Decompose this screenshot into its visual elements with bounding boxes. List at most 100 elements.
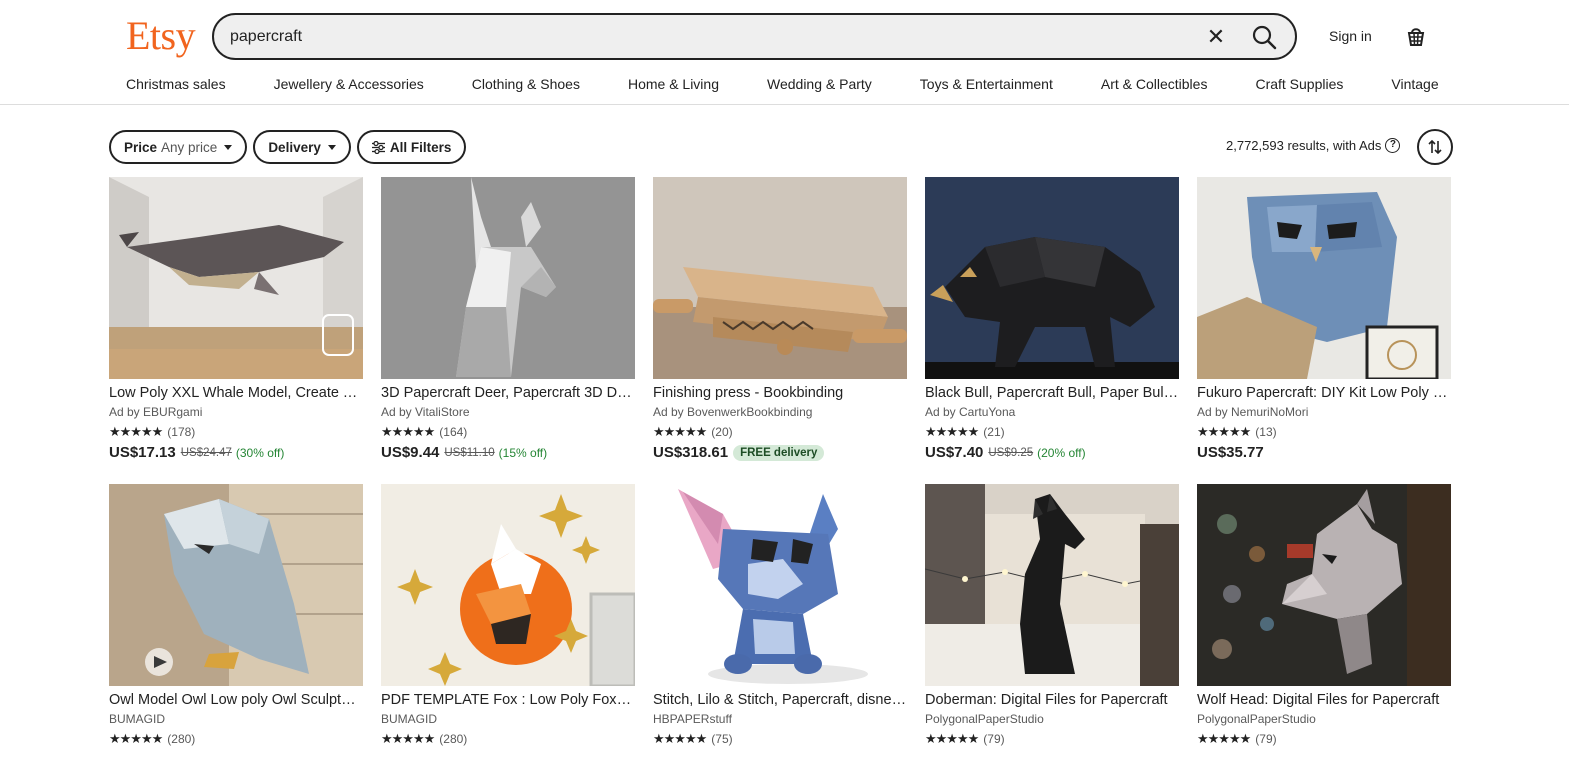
category-vintage[interactable]: Vintage (1391, 76, 1438, 92)
sign-in-link[interactable]: Sign in (1329, 28, 1372, 44)
product-card[interactable]: Wolf Head: Digital Files for Papercraft … (1197, 484, 1451, 758)
product-title[interactable]: Fukuro Papercraft: DIY Kit Low Poly Owl (1197, 385, 1451, 401)
original-price: US$9.25 (988, 446, 1034, 459)
category-art[interactable]: Art & Collectibles (1101, 76, 1208, 92)
product-seller: Ad by NemuriNoMori (1197, 405, 1309, 419)
product-card[interactable]: Low Poly XXL Whale Model, Create Your Ow… (109, 177, 363, 484)
category-christmas-sales[interactable]: Christmas sales (126, 76, 226, 92)
product-title[interactable]: Low Poly XXL Whale Model, Create Your Ow… (109, 385, 363, 401)
filter-bar: Price Any price Delivery All Filters (109, 130, 472, 164)
product-rating: ★★★★★ (79) (1197, 731, 1451, 747)
review-count: (280) (167, 732, 196, 746)
basket-icon[interactable] (1404, 24, 1428, 48)
product-title[interactable]: Doberman: Digital Files for Papercraft (925, 692, 1179, 708)
product-image-wolf[interactable] (1197, 484, 1451, 686)
category-jewellery[interactable]: Jewellery & Accessories (274, 76, 424, 92)
product-seller: PolygonalPaperStudio (925, 712, 1044, 726)
product-rating: ★★★★★ (75) (653, 731, 907, 747)
product-image-fox[interactable] (381, 484, 635, 686)
product-rating: ★★★★★ (164) (381, 424, 635, 440)
review-count: (13) (1255, 425, 1277, 439)
price-filter-value: Any price (161, 139, 218, 155)
review-count: (164) (439, 425, 468, 439)
sale-price: US$7.40 (925, 444, 984, 461)
category-wedding[interactable]: Wedding & Party (767, 76, 872, 92)
product-card[interactable]: Stitch, Lilo & Stitch, Papercraft, disne… (653, 484, 907, 758)
product-image-bull[interactable] (925, 177, 1179, 379)
product-seller: Ad by CartuYona (925, 405, 1016, 419)
search-bar[interactable]: ✕ (212, 13, 1297, 60)
product-rating: ★★★★★ (79) (925, 731, 1179, 747)
product-card[interactable]: Fukuro Papercraft: DIY Kit Low Poly Owl … (1197, 177, 1451, 484)
product-image-doberman[interactable] (925, 484, 1179, 686)
product-card[interactable]: Black Bull, Papercraft Bull, Paper Bull … (925, 177, 1179, 484)
product-rating: ★★★★★ (21) (925, 424, 1179, 440)
search-input[interactable] (230, 25, 1190, 49)
product-card[interactable]: Finishing press - Bookbinding Ad by Bove… (653, 177, 907, 484)
product-title[interactable]: Finishing press - Bookbinding (653, 385, 907, 401)
price-filter-button[interactable]: Price Any price (109, 130, 248, 164)
product-price: US$17.13 US$24.47 (30% off) (109, 444, 363, 461)
product-image-owl-sculpture[interactable] (109, 484, 363, 686)
all-filters-button[interactable]: All Filters (356, 130, 467, 164)
sale-price: US$35.77 (1197, 444, 1264, 461)
category-craft[interactable]: Craft Supplies (1255, 76, 1343, 92)
category-toys[interactable]: Toys & Entertainment (920, 76, 1053, 92)
product-card[interactable]: 3D Papercraft Deer, Papercraft 3D Deer H… (381, 177, 635, 484)
product-image-stitch[interactable] (653, 484, 907, 686)
sort-arrows-icon (1428, 139, 1442, 155)
product-seller: BUMAGID (381, 712, 438, 726)
product-title[interactable]: Stitch, Lilo & Stitch, Papercraft, disne… (653, 692, 907, 708)
product-price: US$7.40 US$9.25 (20% off) (925, 444, 1179, 461)
product-seller: PolygonalPaperStudio (1197, 712, 1316, 726)
help-icon[interactable]: ? (1385, 138, 1401, 153)
product-title[interactable]: PDF TEMPLATE Fox : Low Poly Fox Step by … (381, 692, 635, 708)
etsy-logo[interactable]: Etsy (126, 12, 196, 59)
product-image-finishing-press[interactable] (653, 177, 907, 379)
discount: (20% off) (1037, 445, 1086, 460)
product-image-owl-fukuro[interactable] (1197, 177, 1451, 379)
original-price: US$24.47 (180, 446, 232, 459)
star-rating-icon: ★★★★★ (109, 424, 163, 439)
price-filter-label: Price (124, 139, 158, 155)
star-rating-icon: ★★★★★ (109, 731, 163, 746)
star-rating-icon: ★★★★★ (1197, 424, 1251, 439)
free-delivery-badge: FREE delivery (733, 444, 825, 461)
product-image-whale[interactable] (109, 177, 363, 379)
product-image-deer[interactable] (381, 177, 635, 379)
results-text: 2,772,593 results, with Ads (1226, 138, 1382, 153)
product-seller: Ad by EBURgami (109, 405, 203, 419)
product-title[interactable]: 3D Papercraft Deer, Papercraft 3D Deer H… (381, 385, 635, 401)
product-grid: Low Poly XXL Whale Model, Create Your Ow… (109, 177, 1451, 758)
clear-search-icon[interactable]: ✕ (1204, 25, 1228, 49)
product-rating: ★★★★★ (280) (381, 731, 635, 747)
review-count: (178) (167, 425, 196, 439)
discount: (30% off) (235, 445, 285, 460)
product-title[interactable]: Black Bull, Papercraft Bull, Paper Bull … (925, 385, 1179, 401)
product-rating: ★★★★★ (13) (1197, 424, 1451, 440)
delivery-filter-button[interactable]: Delivery (253, 130, 351, 164)
product-seller: Ad by BovenwerkBookbinding (653, 405, 813, 419)
search-icon[interactable] (1250, 23, 1278, 51)
review-count: (280) (439, 732, 468, 746)
product-title[interactable]: Wolf Head: Digital Files for Papercraft (1197, 692, 1451, 708)
results-count: 2,772,593 results, with Ads ? (1226, 138, 1401, 153)
star-rating-icon: ★★★★★ (925, 731, 979, 746)
category-nav: Christmas sales Jewellery & Accessories … (126, 76, 1487, 92)
product-seller: Ad by VitaliStore (381, 405, 470, 419)
product-price: US$9.44 US$11.10 (15% off) (381, 444, 635, 461)
product-card[interactable]: Owl Model Owl Low poly Owl Sculpture Pap… (109, 484, 363, 758)
review-count: (21) (983, 425, 1005, 439)
chevron-down-icon (327, 144, 336, 150)
delivery-filter-label: Delivery (268, 139, 321, 155)
sale-price: US$9.44 (381, 444, 440, 461)
category-clothing[interactable]: Clothing & Shoes (472, 76, 580, 92)
product-card[interactable]: Doberman: Digital Files for Papercraft P… (925, 484, 1179, 758)
category-home-living[interactable]: Home & Living (628, 76, 719, 92)
sort-button[interactable] (1417, 129, 1453, 165)
product-card[interactable]: PDF TEMPLATE Fox : Low Poly Fox Step by … (381, 484, 635, 758)
product-title[interactable]: Owl Model Owl Low poly Owl Sculpture Pap… (109, 692, 363, 708)
star-rating-icon: ★★★★★ (1197, 731, 1251, 746)
star-rating-icon: ★★★★★ (381, 731, 435, 746)
discount: (15% off) (498, 445, 548, 460)
